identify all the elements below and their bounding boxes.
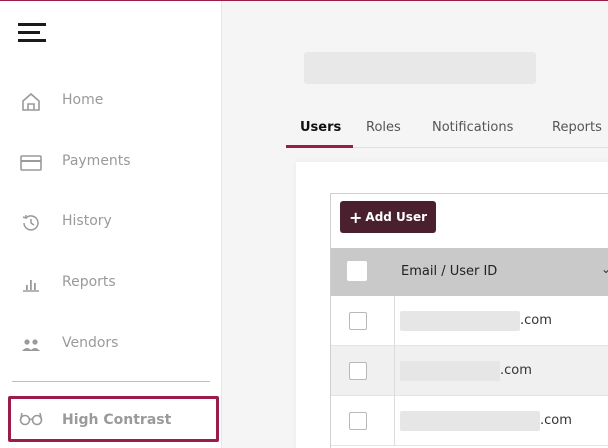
email-suffix: .com — [540, 413, 572, 428]
column-divider — [394, 396, 395, 446]
table-row[interactable]: .com — [331, 346, 608, 396]
tab-users[interactable]: Users — [300, 120, 341, 135]
sidebar-item-label: History — [62, 213, 112, 229]
redacted-email — [400, 311, 520, 331]
add-user-button[interactable]: + Add User — [340, 201, 436, 233]
home-icon — [20, 91, 42, 113]
sidebar-item-label: Home — [62, 92, 104, 108]
users-table: + Add User Email / User ID ⌄ .com .com .… — [330, 193, 608, 448]
sidebar-item-label: Payments — [62, 153, 131, 169]
add-user-label: Add User — [365, 210, 427, 224]
glasses-icon — [19, 411, 43, 431]
high-contrast-label: High Contrast — [62, 412, 172, 428]
sidebar-divider — [12, 381, 210, 382]
tab-reports[interactable]: Reports — [552, 120, 602, 135]
column-divider — [394, 346, 395, 396]
chevron-down-icon[interactable]: ⌄ — [601, 262, 608, 276]
row-checkbox[interactable] — [349, 362, 367, 380]
plus-icon: + — [349, 207, 363, 227]
redacted-email — [400, 361, 500, 381]
credit-card-icon — [20, 152, 42, 174]
sidebar-item-reports[interactable]: Reports — [0, 263, 222, 303]
table-header: Email / User ID ⌄ — [331, 248, 608, 296]
table-row[interactable]: .com — [331, 296, 608, 346]
tab-bar: Users Roles Notifications Reports — [286, 118, 608, 148]
sidebar-item-label: Vendors — [62, 335, 119, 351]
sidebar-item-history[interactable]: History — [0, 202, 222, 242]
active-tab-indicator — [286, 145, 353, 148]
tab-roles[interactable]: Roles — [366, 120, 401, 135]
column-header-email[interactable]: Email / User ID — [401, 264, 497, 279]
email-suffix: .com — [500, 363, 532, 378]
history-icon — [20, 212, 42, 234]
redacted-email — [400, 411, 540, 431]
hamburger-menu-icon[interactable] — [18, 21, 46, 43]
sidebar: Home Payments History Reports Vendors Hi… — [0, 1, 222, 448]
sidebar-item-home[interactable]: Home — [0, 81, 222, 121]
email-suffix: .com — [520, 313, 552, 328]
sidebar-item-label: Reports — [62, 274, 116, 290]
select-all-checkbox[interactable] — [347, 261, 367, 281]
high-contrast-toggle[interactable]: High Contrast — [8, 396, 219, 442]
table-row[interactable]: .com — [331, 396, 608, 446]
sidebar-item-payments[interactable]: Payments — [0, 142, 222, 182]
tab-notifications[interactable]: Notifications — [432, 120, 513, 135]
vendors-icon — [20, 334, 42, 356]
bar-chart-icon — [20, 273, 42, 295]
row-checkbox[interactable] — [349, 412, 367, 430]
column-divider — [394, 296, 395, 346]
page-title-placeholder — [304, 52, 536, 84]
sidebar-item-vendors[interactable]: Vendors — [0, 324, 222, 364]
row-checkbox[interactable] — [349, 312, 367, 330]
